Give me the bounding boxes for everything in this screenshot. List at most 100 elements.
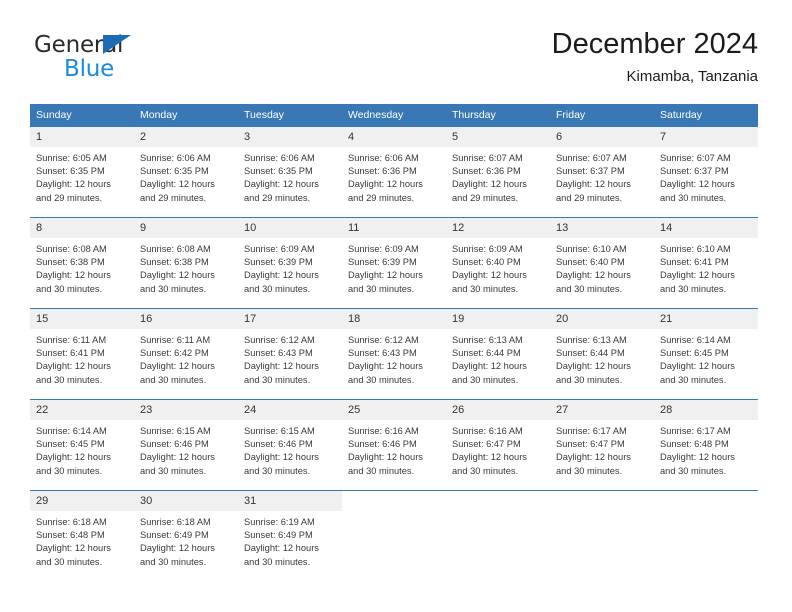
sunrise-text: Sunrise: 6:13 AM [452,335,523,345]
sunset-text: Sunset: 6:44 PM [556,348,625,359]
triangle-icon [103,35,131,54]
calendar-header-row: Sunday Monday Tuesday Wednesday Thursday… [30,104,758,127]
day-cell[interactable]: 29 Sunrise: 6:18 AM Sunset: 6:48 PM Dayl… [30,490,134,581]
day-number: 14 [654,218,758,238]
sunset-text: Sunset: 6:41 PM [660,257,729,268]
day-number: 24 [238,400,342,420]
daylight-text-line2: and 30 minutes. [556,283,623,294]
sunset-text: Sunset: 6:41 PM [36,348,105,359]
day-cell[interactable]: 30 Sunrise: 6:18 AM Sunset: 6:49 PM Dayl… [134,490,238,581]
day-cell[interactable]: 17 Sunrise: 6:12 AM Sunset: 6:43 PM Dayl… [238,308,342,400]
daylight-text-line1: Daylight: 12 hours [452,452,527,463]
sunrise-text: Sunrise: 6:10 AM [556,244,627,254]
day-details: Sunrise: 6:12 AM Sunset: 6:43 PM Dayligh… [238,329,342,387]
page-subtitle: Kimamba, Tanzania [626,68,758,85]
day-cell[interactable]: 15 Sunrise: 6:11 AM Sunset: 6:41 PM Dayl… [30,308,134,400]
daylight-text-line2: and 30 minutes. [140,283,207,294]
daylight-text-line1: Daylight: 12 hours [660,361,735,372]
sunset-text: Sunset: 6:39 PM [244,257,313,268]
day-cell[interactable]: 21 Sunrise: 6:14 AM Sunset: 6:45 PM Dayl… [654,308,758,400]
day-cell[interactable]: 25 Sunrise: 6:16 AM Sunset: 6:46 PM Dayl… [342,399,446,491]
sunset-text: Sunset: 6:37 PM [660,166,729,177]
day-cell[interactable]: 2 Sunrise: 6:06 AM Sunset: 6:35 PM Dayli… [134,126,238,218]
day-cell[interactable]: 31 Sunrise: 6:19 AM Sunset: 6:49 PM Dayl… [238,490,342,581]
daylight-text-line2: and 30 minutes. [660,465,727,476]
daylight-text-line1: Daylight: 12 hours [244,543,319,554]
daylight-text-line2: and 29 minutes. [556,192,623,203]
daylight-text-line1: Daylight: 12 hours [140,179,215,190]
day-cell[interactable]: 28 Sunrise: 6:17 AM Sunset: 6:48 PM Dayl… [654,399,758,491]
day-cell[interactable]: 16 Sunrise: 6:11 AM Sunset: 6:42 PM Dayl… [134,308,238,400]
day-cell[interactable]: 26 Sunrise: 6:16 AM Sunset: 6:47 PM Dayl… [446,399,550,491]
sunrise-text: Sunrise: 6:05 AM [36,153,107,163]
day-cell[interactable]: 20 Sunrise: 6:13 AM Sunset: 6:44 PM Dayl… [550,308,654,400]
sunset-text: Sunset: 6:42 PM [140,348,209,359]
day-cell[interactable]: 23 Sunrise: 6:15 AM Sunset: 6:46 PM Dayl… [134,399,238,491]
day-number: 22 [30,400,134,420]
sunrise-text: Sunrise: 6:12 AM [348,335,419,345]
weekday-header-row: Sunday Monday Tuesday Wednesday Thursday… [30,104,758,127]
generalblue-logo[interactable]: General Blue [34,32,194,90]
sunrise-sunset-calendar: Sunday Monday Tuesday Wednesday Thursday… [30,104,758,581]
day-details: Sunrise: 6:12 AM Sunset: 6:43 PM Dayligh… [342,329,446,387]
day-details: Sunrise: 6:14 AM Sunset: 6:45 PM Dayligh… [30,420,134,478]
day-cell[interactable]: 8 Sunrise: 6:08 AM Sunset: 6:38 PM Dayli… [30,217,134,309]
day-cell[interactable]: 4 Sunrise: 6:06 AM Sunset: 6:36 PM Dayli… [342,126,446,218]
sunrise-text: Sunrise: 6:18 AM [36,517,107,527]
day-number: 4 [342,127,446,147]
weekday-header-thursday: Thursday [446,104,550,127]
day-number: 19 [446,309,550,329]
day-cell[interactable]: 9 Sunrise: 6:08 AM Sunset: 6:38 PM Dayli… [134,217,238,309]
day-cell[interactable]: 18 Sunrise: 6:12 AM Sunset: 6:43 PM Dayl… [342,308,446,400]
sunset-text: Sunset: 6:49 PM [140,530,209,541]
day-number: 29 [30,491,134,511]
day-number: 28 [654,400,758,420]
day-details: Sunrise: 6:18 AM Sunset: 6:48 PM Dayligh… [30,511,134,569]
sunrise-text: Sunrise: 6:16 AM [452,426,523,436]
day-number: 31 [238,491,342,511]
day-details: Sunrise: 6:06 AM Sunset: 6:36 PM Dayligh… [342,147,446,205]
day-details: Sunrise: 6:07 AM Sunset: 6:36 PM Dayligh… [446,147,550,205]
daylight-text-line1: Daylight: 12 hours [140,452,215,463]
day-cell[interactable]: 7 Sunrise: 6:07 AM Sunset: 6:37 PM Dayli… [654,126,758,218]
sunrise-text: Sunrise: 6:15 AM [244,426,315,436]
day-cell[interactable]: 22 Sunrise: 6:14 AM Sunset: 6:45 PM Dayl… [30,399,134,491]
weekday-header-tuesday: Tuesday [238,104,342,127]
daylight-text-line2: and 30 minutes. [244,374,311,385]
day-cell[interactable]: 5 Sunrise: 6:07 AM Sunset: 6:36 PM Dayli… [446,126,550,218]
day-details: Sunrise: 6:15 AM Sunset: 6:46 PM Dayligh… [134,420,238,478]
sunset-text: Sunset: 6:46 PM [244,439,313,450]
day-details: Sunrise: 6:09 AM Sunset: 6:39 PM Dayligh… [238,238,342,296]
day-number: 5 [446,127,550,147]
sunset-text: Sunset: 6:37 PM [556,166,625,177]
day-cell[interactable]: 6 Sunrise: 6:07 AM Sunset: 6:37 PM Dayli… [550,126,654,218]
day-cell[interactable]: 27 Sunrise: 6:17 AM Sunset: 6:47 PM Dayl… [550,399,654,491]
calendar-week-row: 15 Sunrise: 6:11 AM Sunset: 6:41 PM Dayl… [30,308,758,400]
sunrise-text: Sunrise: 6:06 AM [140,153,211,163]
day-number: 9 [134,218,238,238]
day-number: 30 [134,491,238,511]
day-details: Sunrise: 6:13 AM Sunset: 6:44 PM Dayligh… [550,329,654,387]
day-cell[interactable]: 12 Sunrise: 6:09 AM Sunset: 6:40 PM Dayl… [446,217,550,309]
daylight-text-line1: Daylight: 12 hours [36,179,111,190]
daylight-text-line2: and 30 minutes. [244,556,311,567]
day-details: Sunrise: 6:19 AM Sunset: 6:49 PM Dayligh… [238,511,342,569]
day-details: Sunrise: 6:06 AM Sunset: 6:35 PM Dayligh… [238,147,342,205]
day-cell[interactable]: 10 Sunrise: 6:09 AM Sunset: 6:39 PM Dayl… [238,217,342,309]
daylight-text-line2: and 30 minutes. [660,192,727,203]
daylight-text-line2: and 30 minutes. [452,374,519,385]
day-cell[interactable]: 11 Sunrise: 6:09 AM Sunset: 6:39 PM Dayl… [342,217,446,309]
day-number: 2 [134,127,238,147]
daylight-text-line2: and 30 minutes. [140,556,207,567]
daylight-text-line2: and 29 minutes. [140,192,207,203]
day-number: 10 [238,218,342,238]
day-cell[interactable]: 3 Sunrise: 6:06 AM Sunset: 6:35 PM Dayli… [238,126,342,218]
sunrise-text: Sunrise: 6:08 AM [36,244,107,254]
day-cell[interactable]: 24 Sunrise: 6:15 AM Sunset: 6:46 PM Dayl… [238,399,342,491]
sunset-text: Sunset: 6:43 PM [348,348,417,359]
title-block: December 2024 Kimamba, Tanzania [552,26,758,88]
day-cell[interactable]: 19 Sunrise: 6:13 AM Sunset: 6:44 PM Dayl… [446,308,550,400]
day-cell[interactable]: 1 Sunrise: 6:05 AM Sunset: 6:35 PM Dayli… [30,126,134,218]
day-cell[interactable]: 14 Sunrise: 6:10 AM Sunset: 6:41 PM Dayl… [654,217,758,309]
day-cell[interactable]: 13 Sunrise: 6:10 AM Sunset: 6:40 PM Dayl… [550,217,654,309]
